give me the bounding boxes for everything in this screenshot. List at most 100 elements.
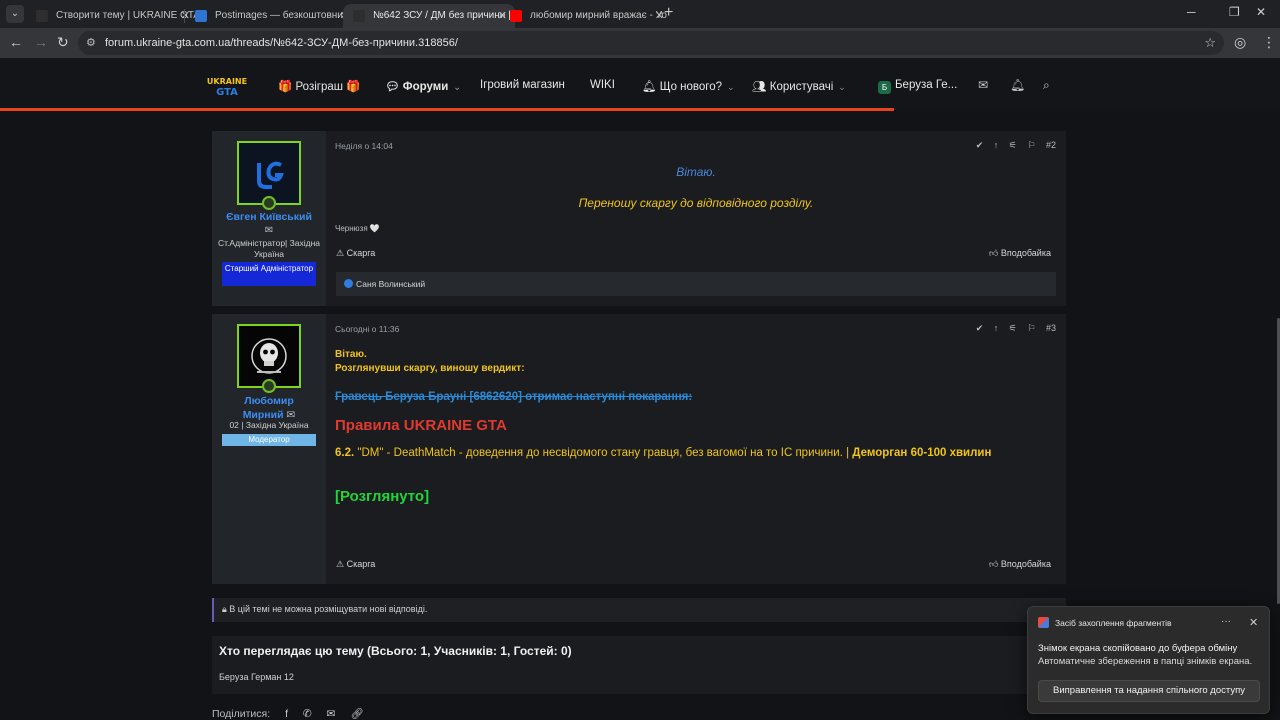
email-icon[interactable]: ✉	[327, 708, 336, 720]
tab-title: любомир мирний вражає - Yo	[530, 10, 667, 21]
report-label: Скарга	[346, 248, 376, 258]
share-icon[interactable]: ⚟	[1009, 323, 1017, 333]
site-info-icon[interactable]: ⚙	[86, 36, 96, 49]
post-text: Переношу скаргу до відповідного розділу.	[578, 196, 814, 210]
share-label: Поділитися:	[212, 708, 271, 720]
chevron-down-icon[interactable]: ⌄	[453, 82, 461, 92]
back-icon[interactable]: ←	[9, 34, 23, 50]
message-icon[interactable]: ✉	[212, 225, 326, 236]
post-actions: ✔ ↑ ⚟ ⚐ #2	[968, 140, 1056, 151]
browser-tab[interactable]: любомир мирний вражає - Yo ✕	[500, 4, 672, 28]
restore-icon[interactable]: ❐	[1229, 5, 1240, 19]
reload-icon[interactable]: ↻	[57, 34, 69, 51]
reactions-bar[interactable]: Саня Волинський	[336, 272, 1056, 296]
bookmark-icon[interactable]: ⚐	[1027, 323, 1035, 333]
postimages-favicon-icon	[195, 10, 207, 22]
rule-number: 6.2.	[335, 447, 355, 459]
user-banner: Старший Адміністратор	[222, 262, 316, 286]
tab-title: №642 ЗСУ / ДМ без причини |	[373, 10, 511, 21]
site-favicon-icon	[353, 10, 365, 22]
facebook-icon[interactable]: f	[285, 708, 288, 720]
chevron-down-icon[interactable]: ⌄	[727, 82, 735, 92]
warning-icon: ⚠	[336, 559, 347, 569]
author-title: 02 | Західна Україна	[229, 420, 309, 430]
forward-icon[interactable]: →	[34, 34, 48, 50]
browser-tab[interactable]: Postimages — безкоштовний х ✕	[185, 4, 357, 28]
author-skull-icon	[239, 326, 299, 386]
post-greeting: Вітаю.	[676, 165, 716, 179]
thread-closed-text: В цій темі не можна розміщувати нові від…	[229, 604, 428, 614]
nav-users-label: Користувачі	[769, 81, 834, 93]
chevron-down-icon[interactable]: ⌄	[838, 82, 846, 92]
signature: Чернюзя 🤍	[335, 224, 380, 233]
author-name[interactable]: Євген Київський	[212, 211, 326, 223]
post-date[interactable]: Неділя о 14:04	[335, 141, 393, 151]
users-icon: 👥︎	[752, 81, 770, 93]
tab-close-icon[interactable]: ✕	[655, 9, 664, 22]
search-icon[interactable]: ⌕	[1043, 78, 1050, 93]
post: Любомир Мирний ✉ 02 | Західна Україна Мо…	[212, 314, 1066, 584]
nav-shop[interactable]: Ігровий магазин	[480, 79, 565, 91]
reactions-list[interactable]: Саня Волинський	[356, 279, 425, 289]
nav-users[interactable]: 👥︎ Користувачі ⌄	[752, 79, 846, 93]
minimize-icon[interactable]: ─	[1187, 5, 1196, 19]
more-options-icon[interactable]: ···	[1221, 616, 1231, 627]
rule-description: "DM" - DeathMatch - доведення до несвідо…	[354, 447, 853, 459]
alerts-bell-icon[interactable]: 🔔︎	[1010, 78, 1025, 92]
tab-search-button[interactable]: ⌄	[6, 5, 24, 23]
author-name[interactable]: Любомир Мирний ✉	[212, 394, 326, 422]
arrow-up-icon[interactable]: ↑	[994, 140, 999, 150]
like-button[interactable]: 👍︎ Вподобайка	[989, 559, 1051, 570]
report-button[interactable]: ⚠ Скарга	[336, 248, 375, 259]
post-number[interactable]: #2	[1046, 140, 1056, 150]
nav-account-label: Беруза Ге...	[895, 79, 958, 91]
nav-forums[interactable]: 💬︎ Форуми ⌄	[385, 79, 461, 93]
viewers-list[interactable]: Беруза Герман 12	[219, 672, 294, 682]
online-status-icon	[262, 379, 276, 393]
post-actions: ✔ ↑ ⚟ ⚐ #3	[968, 323, 1056, 334]
browser-tab-active[interactable]: №642 ЗСУ / ДМ без причини | ✕	[343, 4, 515, 28]
punishment-line: Гравець Беруза Брауні [6862620] отримає …	[335, 391, 693, 403]
browser-tab[interactable]: Створити тему | UKRAINE GTA ✕	[26, 4, 198, 28]
share-row: Поділитися: f ✆ ✉ 🔗︎	[212, 707, 364, 720]
whatsapp-icon[interactable]: ✆	[303, 708, 312, 720]
ukraine-gta-logo[interactable]: UKRAINE GTA	[207, 75, 247, 97]
inbox-icon[interactable]: ✉	[978, 78, 988, 92]
site-header	[0, 58, 1280, 110]
address-bar[interactable]: ⚙ forum.ukraine-gta.com.ua/threads/№642-…	[78, 31, 1224, 55]
link-icon[interactable]: 🔗︎	[350, 708, 363, 720]
share-icon[interactable]: ⚟	[1009, 140, 1017, 150]
window-close-icon[interactable]: ✕	[1256, 5, 1266, 19]
snipping-tool-icon	[1038, 617, 1049, 628]
bookmark-icon[interactable]: ⚐	[1027, 140, 1035, 150]
toast-body: Автоматичне збереження в папці знімків е…	[1038, 656, 1253, 667]
toast-title: Знімок екрана скопійовано до буфера обмі…	[1038, 643, 1238, 654]
nav-whats-new[interactable]: 🔔︎ Що нового? ⌄	[642, 79, 735, 93]
nav-account[interactable]: Б Беруза Ге...	[878, 79, 957, 94]
toast-close-icon[interactable]: ✕	[1249, 616, 1258, 629]
nav-giveaway[interactable]: 🎁 Розіграш 🎁	[278, 79, 361, 93]
author-title: Ст.Адміністратор| Західна Україна	[217, 238, 320, 259]
check-icon[interactable]: ✔	[976, 140, 984, 150]
screenshot-notification: Засіб захоплення фрагментів ··· ✕ Знімок…	[1027, 606, 1270, 714]
check-icon[interactable]: ✔	[976, 323, 984, 333]
like-button[interactable]: 👍︎ Вподобайка	[989, 248, 1051, 259]
thread-closed-notice: 🔒︎ В цій темі не можна розміщувати нові …	[212, 598, 1066, 622]
bookmark-star-icon[interactable]: ☆	[1204, 35, 1216, 51]
post-date[interactable]: Сьогодні о 11:36	[335, 324, 399, 334]
nav-wiki[interactable]: WIKI	[590, 79, 615, 91]
profile-icon[interactable]: ◎	[1234, 34, 1246, 51]
url-text[interactable]: forum.ukraine-gta.com.ua/threads/№642-ЗС…	[105, 37, 458, 49]
online-status-icon	[262, 196, 276, 210]
report-button[interactable]: ⚠ Скарга	[336, 559, 375, 570]
new-tab-icon[interactable]: +	[664, 4, 673, 22]
thread-viewers-block: Хто переглядає цю тему (Всього: 1, Учасн…	[212, 636, 1066, 694]
arrow-up-icon[interactable]: ↑	[994, 323, 999, 333]
post-number[interactable]: #3	[1046, 323, 1056, 333]
browser-menu-icon[interactable]: ⋮	[1262, 34, 1276, 51]
site-favicon-icon	[36, 10, 48, 22]
edit-and-share-button[interactable]: Виправлення та надання спільного доступу	[1038, 680, 1260, 702]
like-label: Вподобайка	[1000, 248, 1051, 258]
rules-title: Правила UKRAINE GTA	[335, 417, 507, 434]
like-reaction-icon	[344, 279, 353, 288]
